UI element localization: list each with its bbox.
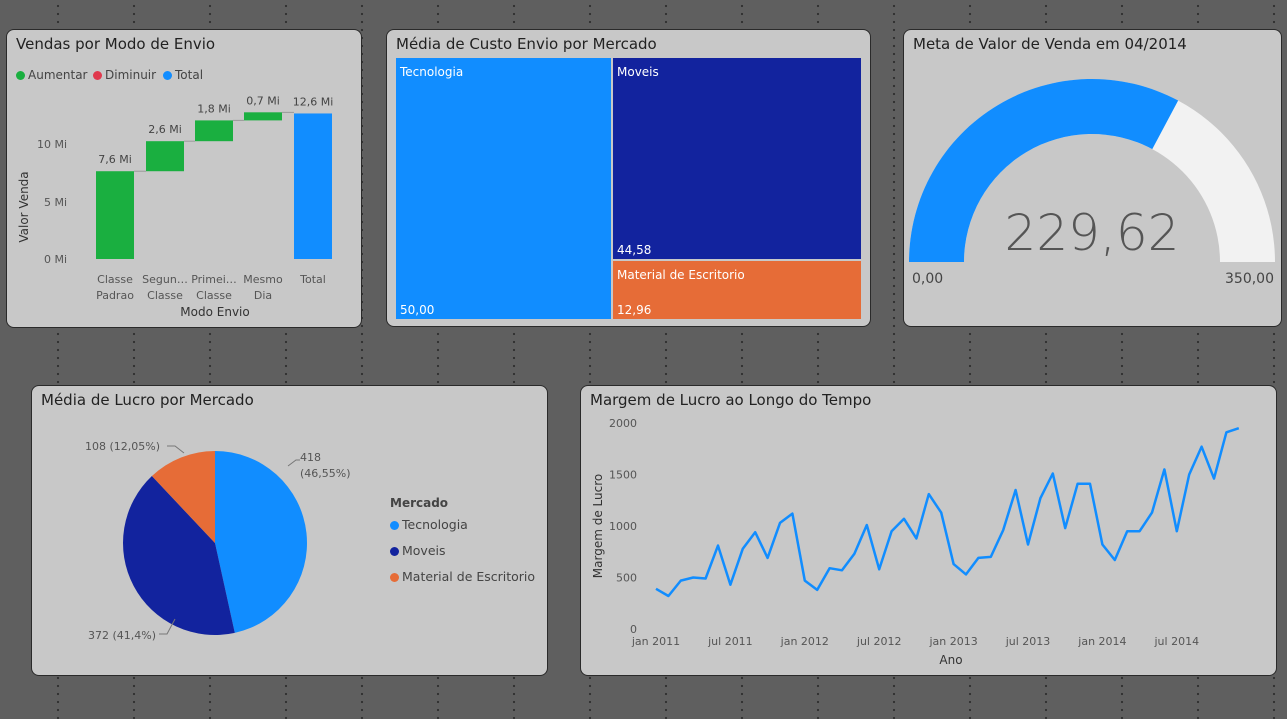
waterfall-x-tick: Classe bbox=[97, 273, 133, 286]
line-x-tick: jul 2012 bbox=[856, 635, 902, 648]
pie-legend-tecnologia-dot bbox=[390, 521, 399, 530]
pie-leader-material bbox=[167, 445, 185, 454]
treemap-tile-material[interactable]: Material de Escritorio 12,96 bbox=[613, 261, 861, 319]
waterfall-bar[interactable] bbox=[195, 120, 233, 142]
pie-label-moveis: 372 (41,4%) bbox=[88, 629, 156, 642]
waterfall-bar[interactable] bbox=[244, 112, 282, 121]
pie-legend-moveis-label: Moveis bbox=[402, 543, 446, 558]
line-y-tick: 1000 bbox=[609, 520, 637, 533]
line-y-tick: 1500 bbox=[609, 469, 637, 482]
line-panel[interactable]: Margem de Lucro ao Longo do Tempo Margem… bbox=[580, 385, 1277, 676]
treemap-tile-tecnologia-name: Tecnologia bbox=[400, 65, 464, 79]
line-x-tick: jul 2013 bbox=[1005, 635, 1051, 648]
pie-chart[interactable]: 418 (46,55%) 372 (41,4%) 108 (12,05%) bbox=[32, 386, 547, 675]
line-x-axis-title: Ano bbox=[939, 653, 962, 667]
waterfall-x-tick: Dia bbox=[254, 289, 272, 302]
waterfall-bar[interactable] bbox=[146, 141, 184, 172]
line-x-tick: jan 2014 bbox=[1077, 635, 1126, 648]
pie-legend-material-dot bbox=[390, 573, 399, 582]
line-x-tick: jan 2011 bbox=[631, 635, 680, 648]
line-x-tick: jan 2013 bbox=[928, 635, 977, 648]
pie-label-tecnologia: 418 bbox=[300, 451, 321, 464]
pie-legend-moveis-dot bbox=[390, 547, 399, 556]
treemap-chart[interactable]: Tecnologia 50,00 Moveis 44,58 Material d… bbox=[396, 58, 863, 320]
line-x-tick: jul 2014 bbox=[1154, 635, 1200, 648]
waterfall-x-tick: Total bbox=[299, 273, 326, 286]
treemap-tile-material-name: Material de Escritorio bbox=[617, 268, 745, 282]
line-chart[interactable]: Margem de Lucro 0500100015002000 jan 201… bbox=[581, 386, 1276, 675]
pie-legend-material-label: Material de Escritorio bbox=[402, 569, 536, 584]
waterfall-y-tick: 10 Mi bbox=[37, 138, 67, 151]
gauge-chart[interactable]: 229,62 0,00 350,00 bbox=[904, 30, 1281, 326]
waterfall-chart[interactable]: Valor Venda 0 Mi 5 Mi 10 Mi 7,6 Mi Classe… bbox=[7, 30, 361, 327]
waterfall-x-tick: Padrao bbox=[96, 289, 134, 302]
treemap-tile-tecnologia-value: 50,00 bbox=[400, 303, 435, 317]
treemap-tile-tecnologia[interactable]: Tecnologia 50,00 bbox=[396, 58, 611, 319]
line-y-axis-title: Margem de Lucro bbox=[591, 474, 605, 578]
treemap-tile-material-value: 12,96 bbox=[617, 303, 652, 317]
waterfall-data-label: 2,6 Mi bbox=[148, 123, 182, 136]
line-x-tick: jan 2012 bbox=[780, 635, 829, 648]
waterfall-x-tick: Mesmo bbox=[243, 273, 283, 286]
gauge-panel[interactable]: Meta de Valor de Venda em 04/2014 229,62… bbox=[903, 29, 1282, 327]
waterfall-x-tick: Classe bbox=[147, 289, 183, 302]
waterfall-data-label: 0,7 Mi bbox=[246, 94, 280, 107]
gauge-max-label: 350,00 bbox=[1225, 271, 1274, 287]
gauge-value: 229,62 bbox=[1005, 204, 1180, 262]
waterfall-bar[interactable] bbox=[96, 171, 134, 259]
treemap-tile-moveis-value: 44,58 bbox=[617, 243, 652, 257]
pie-leader-tecnologia bbox=[287, 459, 300, 467]
waterfall-x-tick: Primei… bbox=[191, 273, 237, 286]
pie-legend-title: Mercado bbox=[390, 496, 449, 510]
waterfall-x-tick: Classe bbox=[196, 289, 232, 302]
treemap-title: Média de Custo Envio por Mercado bbox=[396, 35, 657, 53]
waterfall-x-axis-title: Modo Envio bbox=[180, 305, 249, 319]
line-y-tick: 500 bbox=[616, 572, 637, 585]
treemap-tile-moveis-name: Moveis bbox=[617, 65, 659, 79]
pie-label-tecnologia-pct: (46,55%) bbox=[300, 467, 351, 480]
waterfall-y-axis-title: Valor Venda bbox=[17, 171, 31, 242]
pie-slice-tecnologia[interactable] bbox=[215, 451, 308, 633]
pie-legend-moveis[interactable]: Moveis bbox=[390, 543, 446, 558]
waterfall-data-label: 7,6 Mi bbox=[98, 153, 132, 166]
line-series[interactable] bbox=[655, 427, 1240, 598]
pie-label-material: 108 (12,05%) bbox=[85, 440, 160, 453]
waterfall-panel[interactable]: Vendas por Modo de Envio Aumentar Diminu… bbox=[6, 29, 362, 328]
waterfall-y-tick: 0 Mi bbox=[44, 253, 67, 266]
waterfall-data-label: 1,8 Mi bbox=[197, 102, 231, 115]
line-x-tick: jul 2011 bbox=[707, 635, 753, 648]
treemap-tile-moveis[interactable]: Moveis 44,58 bbox=[613, 58, 861, 259]
gauge-min-label: 0,00 bbox=[912, 271, 943, 287]
waterfall-y-tick: 5 Mi bbox=[44, 196, 67, 209]
pie-legend-material[interactable]: Material de Escritorio bbox=[390, 569, 535, 584]
waterfall-bar[interactable] bbox=[294, 113, 332, 259]
pie-legend-tecnologia-label: Tecnologia bbox=[402, 517, 468, 532]
waterfall-x-tick: Segun… bbox=[142, 273, 188, 286]
waterfall-data-label: 12,6 Mi bbox=[293, 95, 334, 108]
pie-legend-tecnologia[interactable]: Tecnologia bbox=[390, 517, 468, 532]
pie-panel[interactable]: Média de Lucro por Mercado 418 (46,55%) … bbox=[31, 385, 548, 676]
line-y-tick: 2000 bbox=[609, 417, 637, 430]
treemap-panel[interactable]: Média de Custo Envio por Mercado Tecnolo… bbox=[386, 29, 871, 327]
